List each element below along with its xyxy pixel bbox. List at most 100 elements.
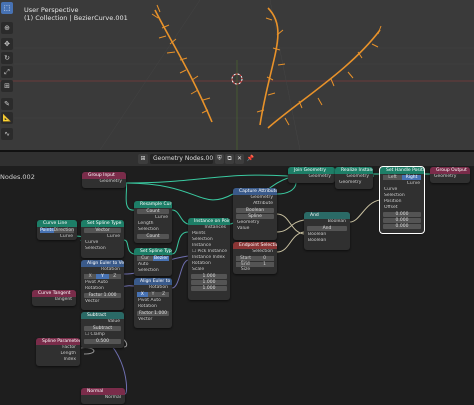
node-title: Curve Tangent [32, 290, 76, 297]
close-icon[interactable]: ✕ [235, 154, 244, 164]
cursor-tool-icon[interactable]: ⊕ [1, 22, 13, 34]
measure-tool-icon[interactable]: 📐 [1, 112, 13, 124]
duplicate-icon[interactable]: ⧉ [225, 154, 234, 164]
axis-toggle[interactable]: X Y Z [137, 292, 170, 297]
factor-field[interactable]: Factor 1.000 [137, 311, 169, 316]
spline-parameter-node[interactable]: Spline Parameter Factor Length Index [36, 338, 80, 366]
socket-label: Rotation [149, 285, 168, 290]
checkbox-label: Clamp [90, 332, 105, 337]
capture-attribute-node[interactable]: Capture Attribute Geometry Attribute Boo… [233, 188, 277, 240]
socket-label: Vector [85, 299, 100, 304]
transform-tool-icon[interactable]: ⊞ [1, 80, 13, 92]
3d-viewport[interactable]: User Perspective (1) Collection | Bezier… [0, 0, 474, 150]
start-size-field[interactable]: Start Size0 [236, 256, 274, 266]
annotate-tool-icon[interactable]: ✎ [1, 98, 13, 110]
node-title: Realize Instances [335, 167, 373, 174]
clamp-checkbox[interactable]: ☐ Clamp [81, 332, 124, 338]
set-spline-type-node-2[interactable]: Set Spline Type Cur Bezier Auto Selectio… [134, 248, 172, 276]
socket-label: Attribute [253, 201, 273, 206]
resample-curve-node[interactable]: Resample Curve Count Curve Length Select… [134, 201, 172, 243]
join-geometry-node[interactable]: Join Geometry Geometry [288, 167, 335, 183]
node-editor[interactable]: ⊞ Geometry Nodes.002 ⛨ ⧉ ✕ 📌 Nodes.002 G… [0, 152, 474, 405]
rotate-tool-icon[interactable]: ↻ [1, 52, 13, 64]
align-euler-to-vector-node[interactable]: Align Euler to Vector Rotation X Y Z Piv… [81, 260, 124, 310]
axis-y[interactable]: Y [147, 292, 159, 297]
scale-x-field[interactable]: 1.000 [191, 274, 227, 279]
option-bezier[interactable]: Bezier [153, 256, 169, 261]
node-title: Spline Parameter [36, 338, 80, 345]
end-size-field[interactable]: End Size 1 [236, 262, 274, 272]
axis-y[interactable]: Y [96, 274, 109, 279]
data-type-dropdown[interactable]: Boolean [236, 208, 274, 213]
curve-line-mode-toggle[interactable]: Points Direction [40, 228, 74, 233]
node-title: Set Spline Type [81, 220, 124, 227]
factor-field[interactable]: Factor 1.000 [84, 293, 121, 298]
normal-node[interactable]: Normal Normal [81, 388, 125, 404]
axis-x[interactable]: X [137, 292, 148, 297]
subtract-node[interactable]: Subtract Value Subtract ☐ Clamp 0.500 [81, 312, 124, 348]
field-value: 1.000 [154, 311, 168, 316]
node-title: And [304, 212, 350, 219]
socket-label: Selection [138, 227, 159, 232]
scale-tool-icon[interactable]: ⤢ [1, 66, 13, 78]
option-points[interactable]: Points [40, 228, 54, 233]
value-field[interactable]: 0.500 [84, 339, 121, 344]
socket-label: Boolean [327, 219, 346, 224]
and-node[interactable]: And Boolean And Boolean Boolean [304, 212, 350, 250]
set-handle-positions-node[interactable]: Set Handle Positions Left Right Curve Cu… [379, 166, 425, 234]
move-tool-icon[interactable]: ✥ [1, 38, 13, 50]
option-cur[interactable]: Cur [137, 256, 153, 261]
option-left[interactable]: Left [383, 175, 402, 180]
operation-dropdown[interactable]: Subtract [84, 326, 121, 331]
axis-x[interactable]: X [84, 274, 97, 279]
handle-side-toggle[interactable]: Left Right [383, 175, 421, 180]
spline-type-toggle[interactable]: Cur Bezier [137, 256, 169, 261]
set-spline-type-node[interactable]: Set Spline Type Vector Curve Curve Selec… [81, 220, 124, 258]
axis-z[interactable]: Z [158, 292, 170, 297]
offset-x-field[interactable]: 0.000 [383, 212, 421, 217]
pivot-value[interactable]: Auto [97, 280, 107, 285]
socket-label: Rotation [85, 286, 104, 291]
draw-tool-icon[interactable]: ∿ [1, 128, 13, 140]
socket-label: Value [237, 226, 250, 231]
scale-y-field[interactable]: 1.000 [191, 280, 227, 285]
pin-icon[interactable]: 📌 [246, 154, 255, 164]
option-direction[interactable]: Direction [53, 228, 74, 233]
node-title: Group Input [82, 172, 126, 179]
spline-type-dropdown[interactable]: Vector [84, 228, 121, 233]
axis-toggle[interactable]: X Y Z [84, 274, 121, 279]
node-title: Normal [81, 388, 125, 395]
domain-dropdown[interactable]: Spline [236, 214, 274, 219]
node-tree-icon[interactable]: ⊞ [138, 154, 148, 164]
socket-label: Selection [85, 246, 106, 251]
node-editor-header: ⊞ Geometry Nodes.002 ⛨ ⧉ ✕ 📌 [0, 152, 474, 166]
socket-label: Scale [192, 267, 205, 272]
axis-z[interactable]: Z [108, 274, 121, 279]
curve-tangent-node[interactable]: Curve Tangent Tangent [32, 290, 76, 306]
node-tree-name-field[interactable]: Geometry Nodes.002 [150, 154, 213, 164]
socket-label: Offset [384, 205, 398, 210]
align-euler-to-vector-node-2[interactable]: Align Euler to Vector Rotation X Y Z Piv… [134, 278, 172, 328]
socket-label: Boolean [308, 238, 327, 243]
endpoint-selection-node[interactable]: Endpoint Selection Selection Start Size0… [233, 242, 277, 274]
operation-dropdown[interactable]: And [307, 226, 347, 231]
socket-label: Curve [59, 234, 73, 239]
offset-y-field[interactable]: 0.000 [383, 218, 421, 223]
group-input-node[interactable]: Group Input Geometry [82, 172, 126, 188]
socket-label: Normal [104, 395, 121, 400]
group-output-node[interactable]: Group Output Geometry [430, 167, 470, 183]
select-tool-icon[interactable]: ⬚ [1, 2, 13, 14]
socket-label: Geometry [99, 179, 122, 184]
count-field[interactable]: Count [137, 234, 169, 239]
mode-dropdown[interactable]: Count [137, 209, 169, 214]
curve-line-node[interactable]: Curve Line Points Direction Curve [37, 220, 77, 240]
socket-label: Geometry [434, 174, 457, 179]
offset-z-field[interactable]: 0.000 [383, 224, 421, 229]
instance-on-points-node[interactable]: Instance on Points Instances Points Sele… [188, 218, 230, 300]
realize-instances-node[interactable]: Realize Instances Geometry Geometry [335, 167, 373, 189]
option-right[interactable]: Right [402, 175, 421, 180]
pivot-value[interactable]: Auto [150, 298, 160, 303]
shield-icon[interactable]: ⛨ [215, 154, 224, 164]
scale-z-field[interactable]: 1.000 [191, 286, 227, 291]
node-title: Curve Line [37, 220, 77, 227]
